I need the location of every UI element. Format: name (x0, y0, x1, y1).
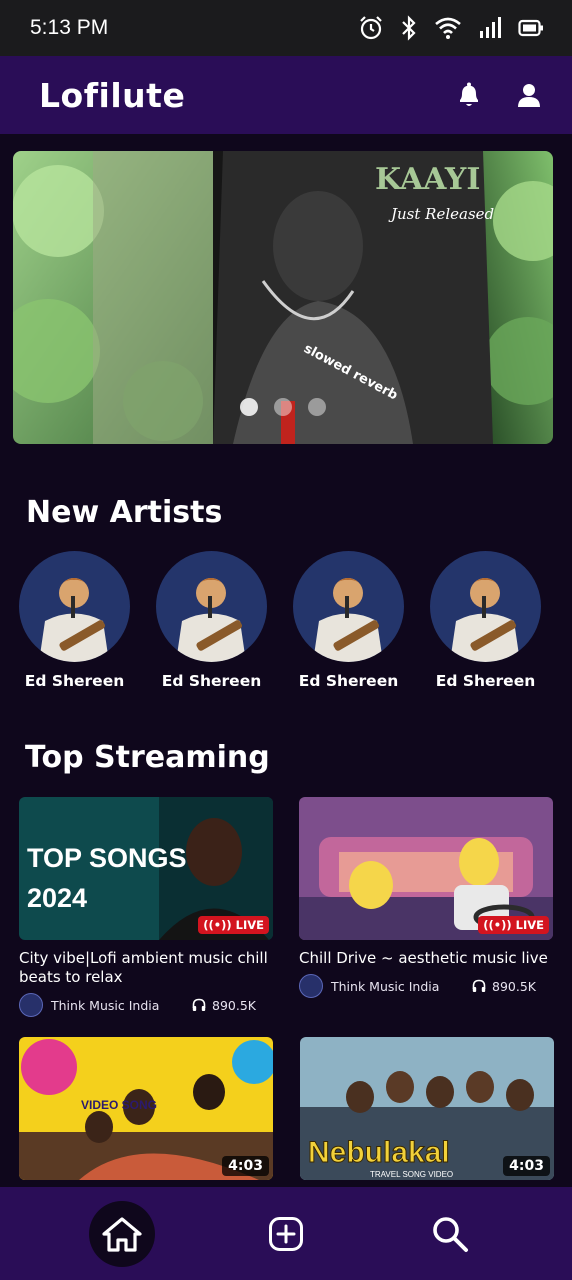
alarm-icon (360, 16, 382, 40)
stream-thumbnail: Nebulakal TRAVEL SONG VIDEO 4:03 (300, 1037, 554, 1180)
carousel-dot[interactable] (308, 398, 326, 416)
svg-text:Just Released: Just Released (388, 205, 494, 223)
nav-search[interactable] (417, 1201, 483, 1267)
stream-card[interactable]: Nebulakal TRAVEL SONG VIDEO 4:03 (300, 1037, 554, 1180)
battery-icon (518, 19, 543, 37)
carousel-dot[interactable] (240, 398, 258, 416)
headphones-icon (192, 998, 206, 1011)
nav-home[interactable] (89, 1200, 155, 1267)
artists-row: Ed Shereen Ed Shereen Ed Shereen Ed Sher… (19, 551, 559, 690)
stream-meta: Think Music India 890.5K (19, 993, 273, 1017)
channel-logo (19, 993, 43, 1017)
svg-text:2024: 2024 (27, 883, 87, 913)
artist-name: Ed Shereen (435, 672, 536, 690)
section-title-new-artists: New Artists (26, 495, 223, 530)
header-actions (456, 81, 542, 109)
search-icon (433, 1216, 468, 1252)
app-title: Lofilute (39, 75, 186, 115)
carousel-dot[interactable] (274, 398, 292, 416)
artist-name: Ed Shereen (24, 672, 125, 690)
nav-create[interactable] (253, 1201, 319, 1267)
artist-avatar (19, 551, 130, 662)
channel-logo (299, 974, 323, 998)
artist-avatar (293, 551, 404, 662)
headphones-icon (472, 979, 486, 992)
views: 890.5K (472, 979, 536, 994)
artist-name: Ed Shereen (298, 672, 399, 690)
svg-text:Nebulakal: Nebulakal (308, 1136, 450, 1169)
artist-avatar (430, 551, 541, 662)
status-time: 5:13 PM (30, 16, 109, 39)
stream-title: City vibe|Lofi ambient music chill beats… (19, 949, 268, 986)
bottom-navigation (0, 1187, 572, 1280)
svg-text:VIDEO SONG: VIDEO SONG (81, 1098, 157, 1112)
live-badge: ((•)) LIVE (478, 916, 549, 934)
stream-card[interactable]: ((•)) LIVE Chill Drive ~ aesthetic music … (299, 797, 553, 998)
stream-thumbnail: ((•)) LIVE (299, 797, 553, 940)
app-header: Lofilute (0, 56, 572, 134)
duration-badge: 4:03 (222, 1156, 269, 1176)
artist-name: Ed Shereen (161, 672, 262, 690)
home-icon (102, 1216, 142, 1252)
stream-thumbnail: VIDEO SONG 4:03 (19, 1037, 273, 1180)
signal-icon (480, 17, 501, 38)
carousel-dots (13, 398, 553, 416)
channel-name: Think Music India (51, 997, 160, 1013)
stream-card[interactable]: TOP SONGS 2024 ((•)) LIVE City vibe|Lofi … (19, 797, 273, 1017)
live-label: LIVE (235, 918, 264, 932)
status-bar: 5:13 PM (0, 0, 572, 56)
wifi-icon (435, 17, 461, 39)
channel-name: Think Music India (331, 978, 440, 994)
live-badge: ((•)) LIVE (198, 916, 269, 934)
duration-badge: 4:03 (503, 1156, 550, 1176)
featured-banner[interactable]: KAAYI Just Released slowed reverb (13, 151, 553, 444)
stream-card[interactable]: VIDEO SONG 4:03 (19, 1037, 273, 1180)
svg-text:TRAVEL SONG VIDEO: TRAVEL SONG VIDEO (370, 1170, 453, 1179)
user-icon[interactable] (516, 82, 542, 108)
stream-thumbnail: TOP SONGS 2024 ((•)) LIVE (19, 797, 273, 940)
artist-item[interactable]: Ed Shereen (156, 551, 267, 690)
status-icons (358, 15, 544, 41)
artist-item[interactable]: Ed Shereen (293, 551, 404, 690)
plus-square-icon (269, 1216, 303, 1251)
section-title-top-streaming: Top Streaming (25, 740, 270, 775)
live-label: LIVE (515, 918, 544, 932)
stream-title: Chill Drive ~ aesthetic music live (299, 949, 548, 967)
svg-text:KAAYI: KAAYI (375, 162, 480, 197)
views: 890.5K (192, 998, 256, 1013)
view-count: 890.5K (212, 997, 256, 1013)
stream-meta: Think Music India 890.5K (299, 974, 553, 998)
live-icon: ((•)) (203, 918, 232, 932)
artist-avatar (156, 551, 267, 662)
view-count: 890.5K (492, 978, 536, 994)
artist-item[interactable]: Ed Shereen (19, 551, 130, 690)
artist-item[interactable]: Ed Shereen (430, 551, 541, 690)
live-icon: ((•)) (483, 918, 512, 932)
svg-text:TOP SONGS: TOP SONGS (27, 843, 187, 873)
bell-icon[interactable] (456, 81, 482, 109)
bluetooth-icon (402, 15, 416, 41)
